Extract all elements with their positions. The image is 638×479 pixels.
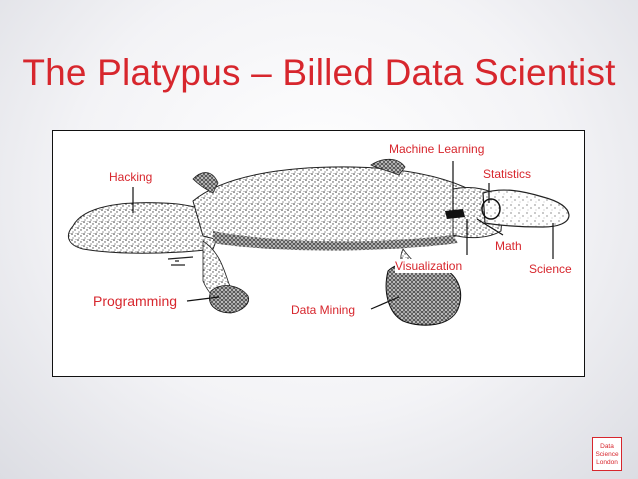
label-math: Math bbox=[495, 239, 522, 253]
slide-title: The Platypus – Billed Data Scientist bbox=[22, 52, 616, 93]
label-data-mining: Data Mining bbox=[291, 303, 356, 317]
platypus-bill bbox=[482, 189, 570, 228]
label-hacking: Hacking bbox=[109, 170, 153, 184]
label-statistics: Statistics bbox=[483, 167, 532, 181]
ground-specks bbox=[167, 256, 194, 266]
platypus-hind-foot bbox=[209, 285, 250, 314]
logo-line-2: Science bbox=[595, 450, 619, 458]
label-programming: Programming bbox=[93, 293, 178, 309]
logo-line-3: London bbox=[596, 458, 618, 466]
label-visualization: Visualization bbox=[395, 259, 463, 273]
platypus-fin bbox=[192, 172, 219, 194]
label-science: Science bbox=[529, 262, 572, 276]
logo-line-1: Data bbox=[600, 442, 614, 450]
data-science-london-logo: Data Science London bbox=[592, 437, 622, 471]
label-machine-learning: Machine Learning bbox=[389, 142, 485, 156]
platypus-figure: Hacking Machine Learning Statistics Math… bbox=[52, 130, 585, 377]
